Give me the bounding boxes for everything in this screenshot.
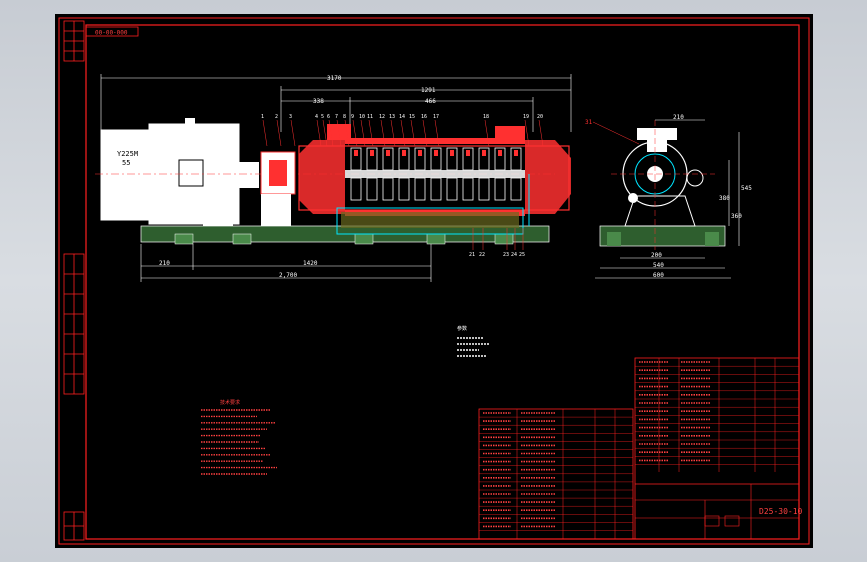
dim-pump-length: 1291 xyxy=(421,87,436,94)
part-balloon: 9 xyxy=(351,114,354,120)
inner-border xyxy=(85,24,800,540)
stage-lower xyxy=(366,177,378,201)
stage-lower xyxy=(510,177,522,201)
parts-list xyxy=(478,357,800,540)
part-balloon: 16 xyxy=(421,114,427,120)
part-balloon: 2 xyxy=(275,114,278,120)
part-balloon: 23 xyxy=(503,252,509,258)
dim-side-height-1: 380 xyxy=(719,195,730,202)
sheet-code-text: 00-00-000 xyxy=(95,30,128,37)
leader-line xyxy=(262,119,268,147)
part-balloon: 6 xyxy=(327,114,330,120)
stage-seal xyxy=(466,150,470,156)
viewer-background: 00-00-000 3170 1291 338 466 Y225M 55 1 2… xyxy=(0,0,867,562)
part-balloon: 20 xyxy=(537,114,543,120)
part-balloon: 5 xyxy=(321,114,324,120)
dim-section: 466 xyxy=(425,98,436,105)
dim-side-height-3: 545 xyxy=(741,185,752,192)
stage-seal xyxy=(450,150,454,156)
stage-seal xyxy=(434,150,438,156)
dim-overall: 3170 xyxy=(327,75,342,82)
side-view xyxy=(599,120,726,250)
tech-notes-lines xyxy=(201,409,277,475)
pump-support xyxy=(341,212,519,228)
part-balloon: 24 xyxy=(511,252,517,258)
dim-inner: 338 xyxy=(313,98,324,105)
part-balloon: 18 xyxy=(483,114,489,120)
part-balloon: 17 xyxy=(433,114,439,120)
part-balloon: 15 xyxy=(409,114,415,120)
stage-seal xyxy=(370,150,374,156)
coupling-support xyxy=(261,194,291,226)
side-balloon: 31 xyxy=(585,119,593,126)
parameter-title: 参数 xyxy=(457,325,467,332)
part-balloon: 4 xyxy=(315,114,318,120)
stage-lower xyxy=(382,177,394,201)
pump-shaft xyxy=(345,170,525,178)
stage-seal xyxy=(482,150,486,156)
part-balloon: 7 xyxy=(335,114,338,120)
dim-side-top: 210 xyxy=(673,114,684,121)
side-leader xyxy=(592,121,640,145)
stage-lower xyxy=(430,177,442,201)
stage-seal xyxy=(498,150,502,156)
part-balloon: 3 xyxy=(289,114,292,120)
stage-lower xyxy=(478,177,490,201)
part-balloon: 14 xyxy=(399,114,405,120)
left-margin-blocks xyxy=(63,20,85,541)
part-balloon: 21 xyxy=(469,252,475,258)
leader-line xyxy=(276,119,282,147)
stage-seal xyxy=(354,150,358,156)
drawing-number: D25-30-10 xyxy=(759,507,803,516)
stage-seal xyxy=(386,150,390,156)
title-block-cell xyxy=(724,515,740,527)
stage-lower xyxy=(350,177,362,201)
motor-foot xyxy=(203,212,233,226)
stage-lower xyxy=(414,177,426,201)
stage-seal xyxy=(402,150,406,156)
dim-side-width: 540 xyxy=(653,262,664,269)
motor-power: 55 xyxy=(122,159,130,167)
stage-seal xyxy=(418,150,422,156)
drawing-sheet[interactable]: 00-00-000 3170 1291 338 466 Y225M 55 1 2… xyxy=(55,14,813,548)
dim-side-inner: 200 xyxy=(651,252,662,259)
motor-model: Y225M xyxy=(117,150,138,158)
motor-fan-cover xyxy=(100,129,150,221)
part-balloon: 25 xyxy=(519,252,525,258)
part-balloon: 13 xyxy=(389,114,395,120)
part-balloon: 1 xyxy=(261,114,264,120)
dim-side-total: 600 xyxy=(653,272,664,279)
discharge-flange xyxy=(495,126,525,138)
part-balloon: 22 xyxy=(479,252,485,258)
dim-base-left: 210 xyxy=(159,260,170,267)
tech-notes-title: 技术要求 xyxy=(220,399,240,406)
dimension-lines xyxy=(100,74,572,132)
motor-flange xyxy=(239,162,259,188)
leader-line xyxy=(290,119,296,147)
bom-left-table xyxy=(478,408,634,540)
stage-lower xyxy=(494,177,506,201)
parameter-lines xyxy=(457,337,489,357)
part-balloon: 11 xyxy=(367,114,373,120)
motor-lifting-eye xyxy=(185,118,195,126)
cad-drawing: 00-00-000 3170 1291 338 466 Y225M 55 1 2… xyxy=(58,17,810,545)
stage-seal xyxy=(514,150,518,156)
part-balloon: 10 xyxy=(359,114,365,120)
stage-lower xyxy=(446,177,458,201)
part-balloon: 19 xyxy=(523,114,529,120)
outer-border xyxy=(58,17,810,545)
coupling xyxy=(269,160,287,186)
stage-lower xyxy=(398,177,410,201)
dim-base-mid: 1420 xyxy=(303,260,318,267)
title-block-cell xyxy=(704,515,720,527)
dim-base-total: 2,700 xyxy=(279,272,297,279)
part-balloon: 12 xyxy=(379,114,385,120)
stage-lower xyxy=(462,177,474,201)
part-balloon: 8 xyxy=(343,114,346,120)
dim-side-height-2: 360 xyxy=(731,213,742,220)
